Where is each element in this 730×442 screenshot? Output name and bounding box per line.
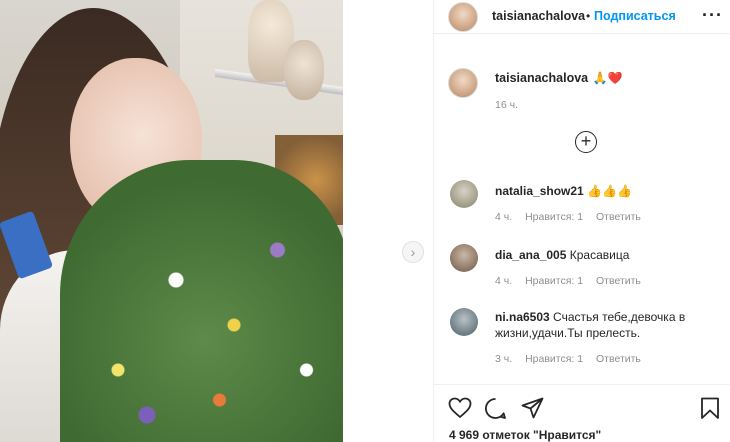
- comment-meta: 4 ч. Нравится: 1 Ответить: [495, 275, 651, 287]
- comment-likes[interactable]: Нравится: 1: [525, 211, 583, 223]
- comment-avatar[interactable]: [450, 244, 478, 272]
- heart-icon[interactable]: [448, 397, 472, 419]
- follow-button[interactable]: Подписаться: [594, 9, 676, 23]
- author-avatar[interactable]: [448, 2, 478, 32]
- comment-time[interactable]: 3 ч.: [495, 353, 512, 365]
- comment-item: dia_ana_005 Красавица 4 ч. Нравится: 1 О…: [434, 244, 730, 294]
- chevron-right-icon: ›: [410, 244, 416, 260]
- author-username[interactable]: taisianachalova: [492, 9, 585, 23]
- carousel-next-button[interactable]: ›: [402, 241, 424, 263]
- photo-figurine-2: [284, 40, 324, 100]
- comment-meta: 3 ч. Нравится: 1 Ответить: [495, 353, 651, 365]
- post-photo: [0, 0, 343, 442]
- plus-circle-icon: +: [580, 131, 592, 151]
- share-icon[interactable]: [521, 397, 544, 419]
- post-header: taisianachalova • Подписаться ···: [434, 0, 730, 34]
- caption-username[interactable]: taisianachalova: [495, 71, 588, 85]
- load-more-comments-button[interactable]: +: [575, 131, 597, 153]
- comment-item: natalia_show21 👍👍👍 4 ч. Нравится: 1 Отве…: [434, 180, 730, 230]
- caption-text: 🙏❤️: [592, 71, 623, 85]
- reply-button[interactable]: Ответить: [596, 353, 641, 365]
- comment-avatar[interactable]: [450, 308, 478, 336]
- comment-username[interactable]: natalia_show21: [495, 184, 584, 198]
- comment-text: Красавица: [569, 248, 630, 262]
- comment-item: ni.na6503 Счастья тебе,девочка в жизни,у…: [434, 308, 730, 372]
- comment-likes[interactable]: Нравится: 1: [525, 353, 583, 365]
- comment-body: dia_ana_005 Красавица: [495, 247, 705, 263]
- photo-bouquet: [60, 160, 343, 442]
- comment-username[interactable]: dia_ana_005: [495, 248, 566, 262]
- post-side-panel: taisianachalova • Подписаться ··· taisia…: [433, 0, 730, 442]
- comment-text: 👍👍👍: [587, 184, 632, 198]
- comment-avatar[interactable]: [450, 180, 478, 208]
- bookmark-icon[interactable]: [700, 397, 720, 420]
- caption-time[interactable]: 16 ч.: [495, 99, 518, 111]
- reply-button[interactable]: Ответить: [596, 211, 641, 223]
- comment-time[interactable]: 4 ч.: [495, 211, 512, 223]
- caption: taisianachalova 🙏❤️: [495, 69, 622, 87]
- comment-meta: 4 ч. Нравится: 1 Ответить: [495, 211, 651, 223]
- header-separator: •: [586, 9, 591, 23]
- comment-likes[interactable]: Нравится: 1: [525, 275, 583, 287]
- comment-body: ni.na6503 Счастья тебе,девочка в жизни,у…: [495, 309, 705, 341]
- comment-time[interactable]: 4 ч.: [495, 275, 512, 287]
- comment-body: natalia_show21 👍👍👍: [495, 183, 705, 199]
- reply-button[interactable]: Ответить: [596, 275, 641, 287]
- more-options-icon[interactable]: ···: [702, 5, 723, 26]
- likes-count[interactable]: 4 969 отметок "Нравится": [449, 428, 601, 442]
- comment-icon[interactable]: [484, 397, 507, 420]
- caption-avatar[interactable]: [448, 68, 478, 98]
- comment-username[interactable]: ni.na6503: [495, 310, 550, 324]
